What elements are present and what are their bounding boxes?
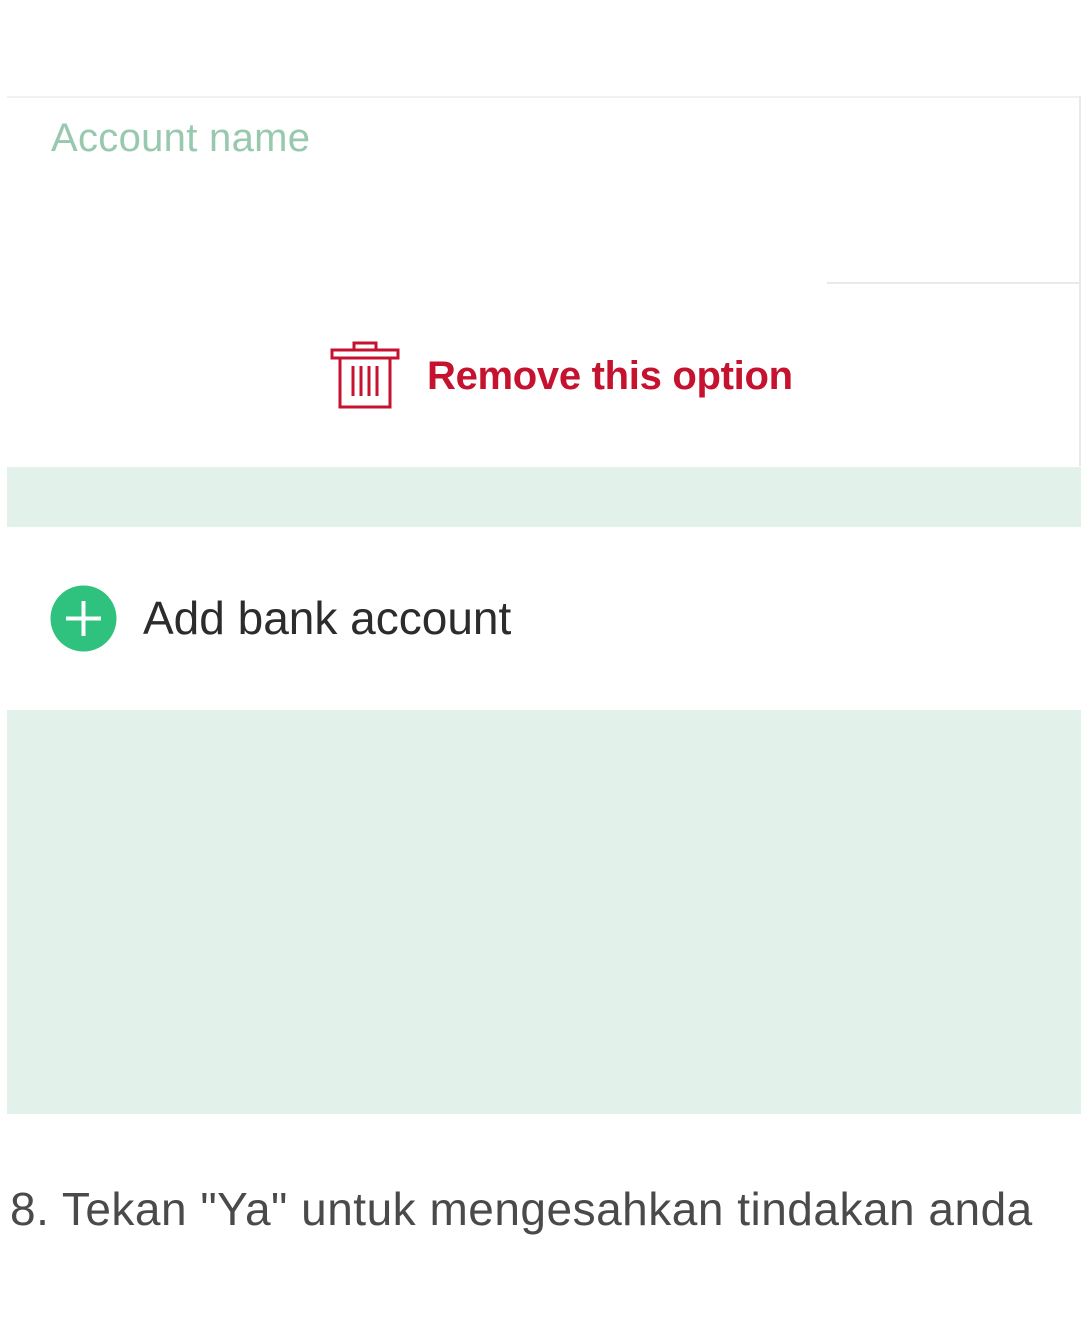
step-caption: 8. Tekan "Ya" untuk mengesahkan tindakan… [10,1183,1033,1235]
bank-account-form-screenshot: Account name Remove this option Add bank… [7,96,1081,1114]
section-spacer-band [7,467,1081,527]
account-name-field-underline [827,282,1081,284]
trash-icon [330,341,400,409]
account-name-label: Account name [51,116,311,160]
bottom-empty-band [7,710,1081,1114]
add-bank-account-button[interactable]: Add bank account [7,527,1081,710]
remove-option-button[interactable]: Remove this option [329,341,793,411]
remove-option-label: Remove this option [427,353,793,398]
add-bank-account-label: Add bank account [143,592,512,644]
top-divider [7,96,1081,98]
plus-circle-icon [50,585,117,652]
